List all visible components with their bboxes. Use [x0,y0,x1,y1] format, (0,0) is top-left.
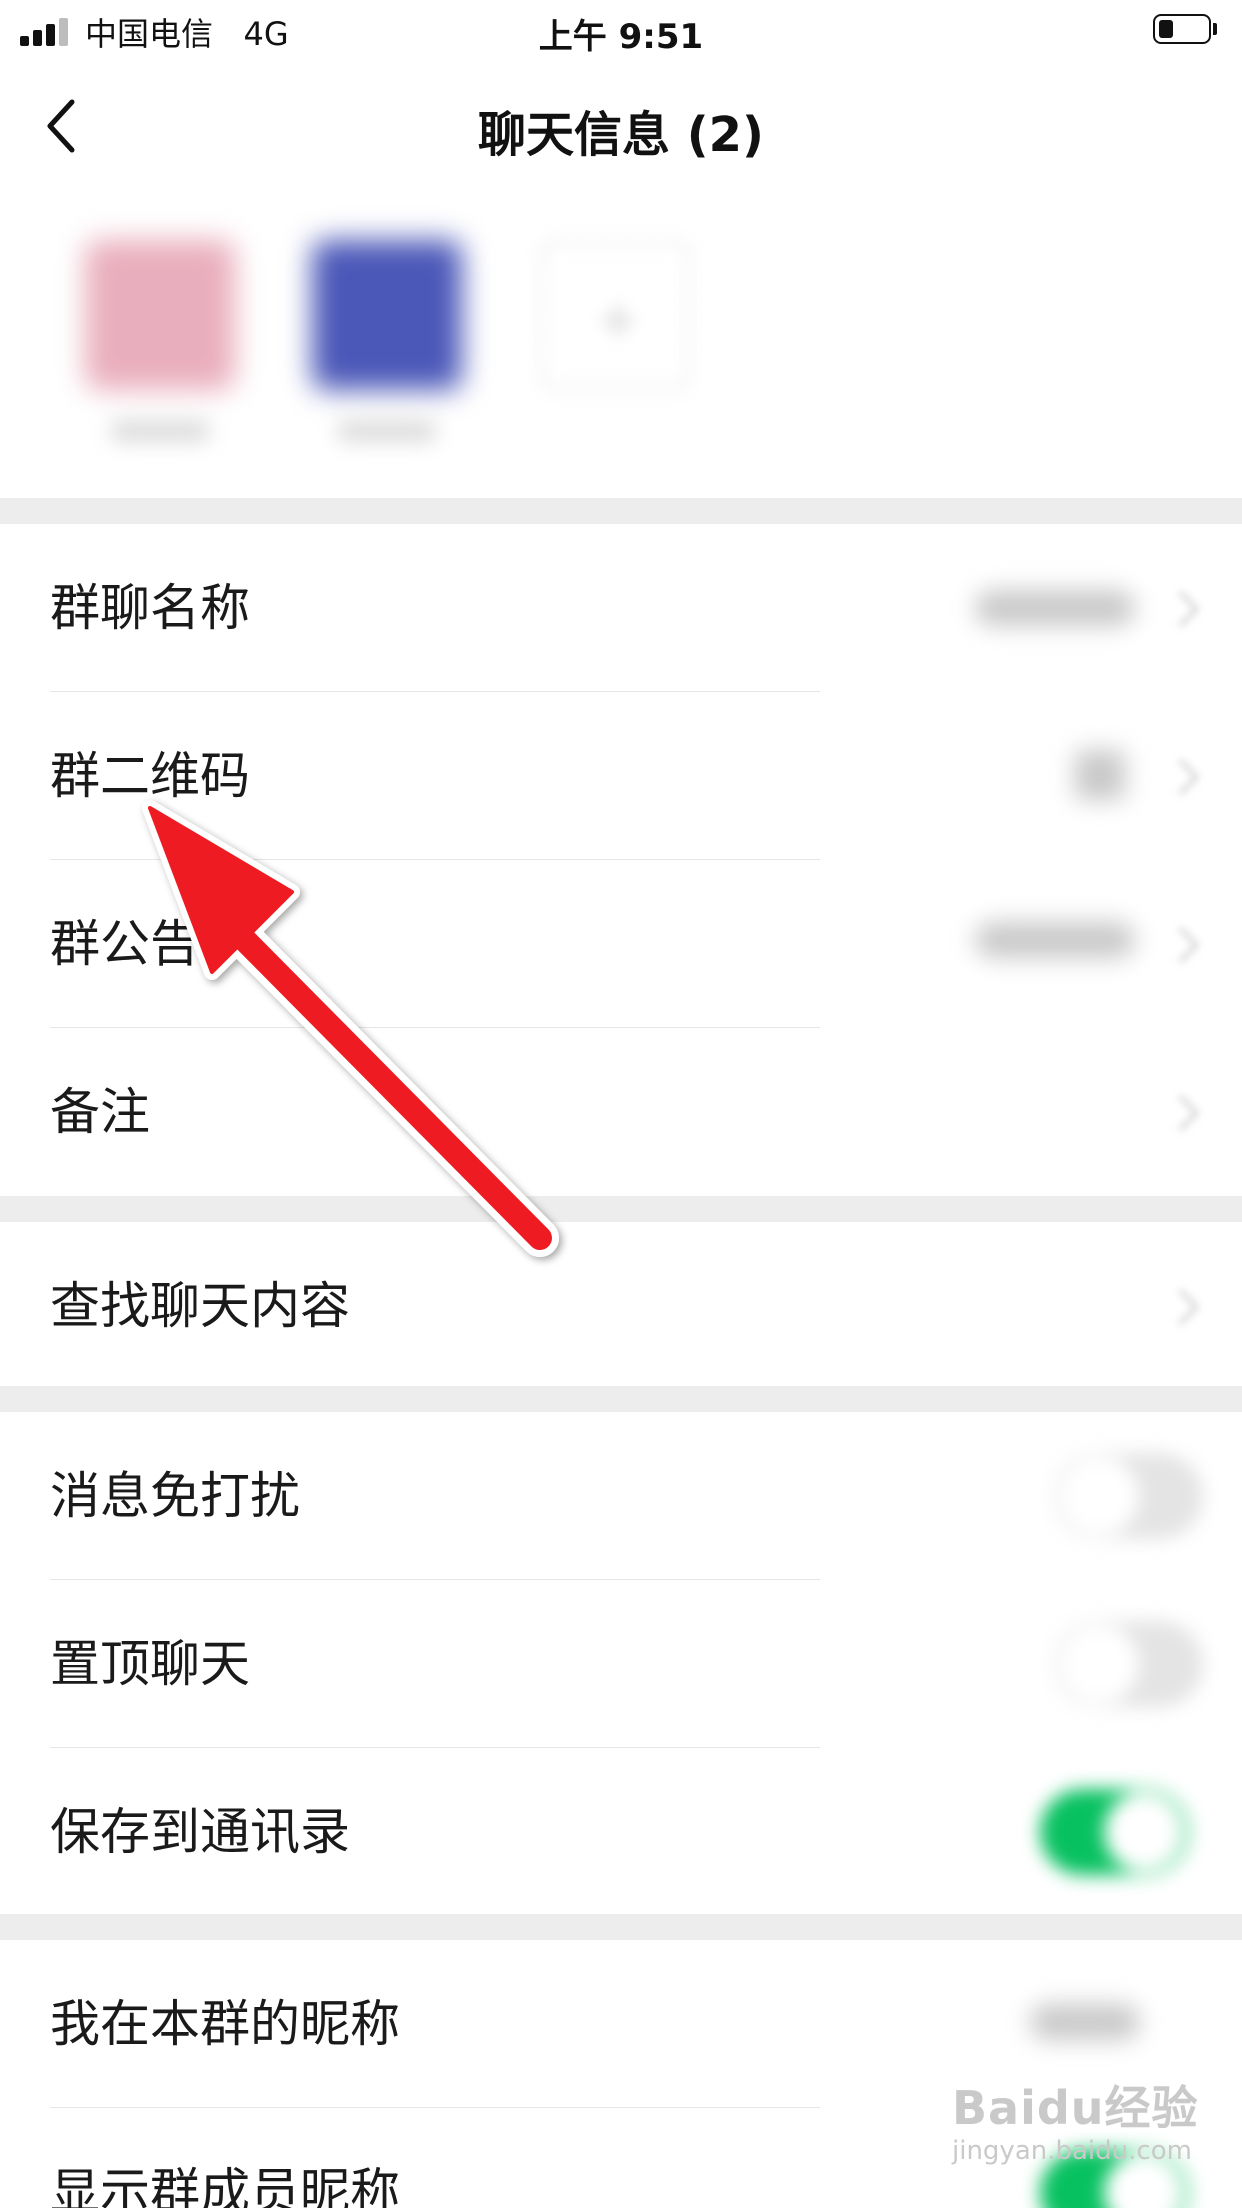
section-gap [0,498,1242,524]
page-title: 聊天信息 (2) [478,107,764,163]
remark-label: 备注 [50,1083,150,1141]
battery-tip [1213,23,1217,35]
status-time: 上午 9:51 [538,17,704,57]
member-avatar[interactable] [85,240,235,390]
group-qr-label: 群二维码 [50,747,250,805]
my-nickname-value [1030,2004,1140,2040]
baidu-watermark: Baidu经验 jingyan.baidu.com [952,2072,1232,2192]
mute-toggle[interactable] [1055,1453,1203,1539]
plus-icon: + [596,290,640,350]
group-name-value [975,590,1135,626]
section-gap [0,1386,1242,1412]
my-nickname-label: 我在本群的昵称 [50,1995,400,2053]
show-nicknames-label: 显示群成员昵称 [50,2163,400,2208]
member-grid: + [0,200,1242,498]
add-member-button[interactable]: + [540,240,690,390]
search-chat-label: 查找聊天内容 [50,1277,350,1335]
section-gap [0,1196,1242,1222]
chat-info-screen: 中国电信 4G 上午 9:51 聊天信息 (2) + 群聊名称 群二维码 群公告… [0,0,1242,2208]
qr-code-icon [1075,750,1125,800]
group-qr-row[interactable]: 群二维码 [0,692,1242,860]
member-avatar[interactable] [312,240,462,390]
group-name-label: 群聊名称 [50,579,250,637]
status-bar: 中国电信 4G 上午 9:51 [0,0,1242,62]
group-notice-value [975,922,1135,958]
search-chat-row[interactable]: 查找聊天内容 [0,1222,1242,1390]
pin-chat-label: 置顶聊天 [50,1635,250,1693]
member-name [110,420,210,442]
pin-chat-toggle[interactable] [1055,1621,1203,1707]
mute-label: 消息免打扰 [50,1467,300,1525]
battery-icon [1153,14,1211,44]
group-notice-label: 群公告 [50,915,200,973]
section-gap [0,1914,1242,1940]
save-contacts-label: 保存到通讯录 [50,1803,350,1861]
watermark-logo: Baidu经验 [952,2081,1199,2135]
member-name [337,420,437,442]
watermark-url: jingyan.baidu.com [952,2136,1192,2166]
save-contacts-toggle[interactable] [1040,1789,1188,1875]
remark-row[interactable]: 备注 [0,1028,1242,1196]
